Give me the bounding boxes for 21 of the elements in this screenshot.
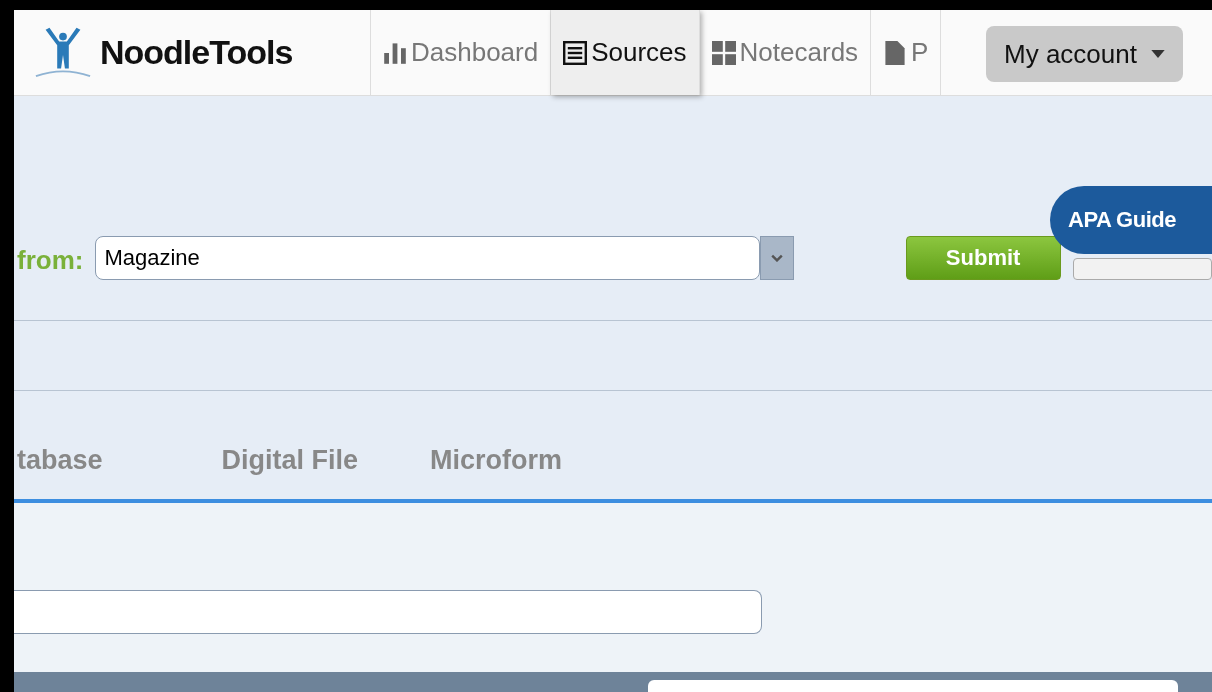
medium-tab[interactable]: Microform [430, 444, 563, 476]
dropdown-button[interactable] [759, 236, 794, 280]
input-field[interactable] [14, 590, 762, 634]
list-icon [563, 40, 588, 65]
grid-icon [711, 40, 736, 65]
bar-chart-icon [383, 40, 407, 65]
source-type-select[interactable]: Magazine [95, 236, 760, 280]
nav-tab[interactable]: P [871, 10, 942, 95]
caret-icon [1150, 50, 1165, 58]
chevron-icon [770, 254, 783, 262]
nav-tab[interactable]: Sources [551, 10, 700, 95]
submit-button[interactable]: Submit [905, 236, 1061, 280]
medium-tab[interactable]: Digital File [221, 444, 359, 476]
cancel-button[interactable] [1072, 258, 1212, 280]
account-menu-button[interactable]: My account [986, 26, 1183, 82]
field-label: from: [17, 245, 84, 276]
nav-tab[interactable]: Notecards [699, 10, 872, 95]
logo-text: NoodleTools [100, 33, 293, 72]
medium-tab[interactable]: tabase [17, 444, 103, 476]
apa-guide-button[interactable]: APA Guide [1050, 186, 1212, 254]
document-icon [883, 40, 908, 65]
